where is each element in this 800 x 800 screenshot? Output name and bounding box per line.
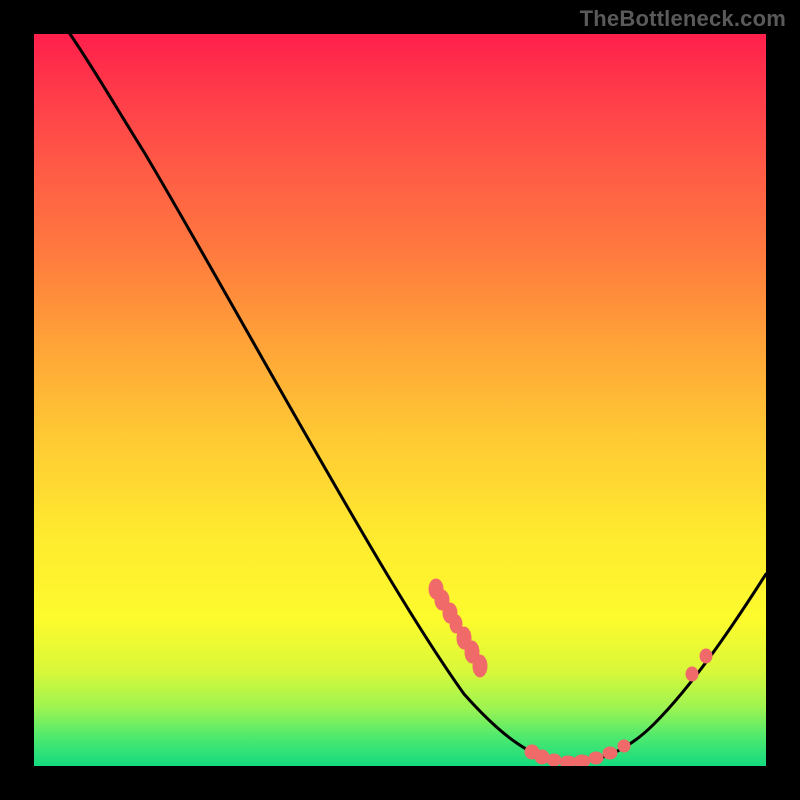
curve-path <box>70 34 766 762</box>
chart-frame: TheBottleneck.com <box>0 0 800 800</box>
marker-cluster-right <box>686 649 712 681</box>
marker-cluster-left <box>429 579 487 677</box>
plot-area <box>34 34 766 766</box>
watermark-text: TheBottleneck.com <box>580 6 786 32</box>
bottleneck-curve <box>34 34 766 766</box>
marker-cluster-trough <box>525 740 630 766</box>
